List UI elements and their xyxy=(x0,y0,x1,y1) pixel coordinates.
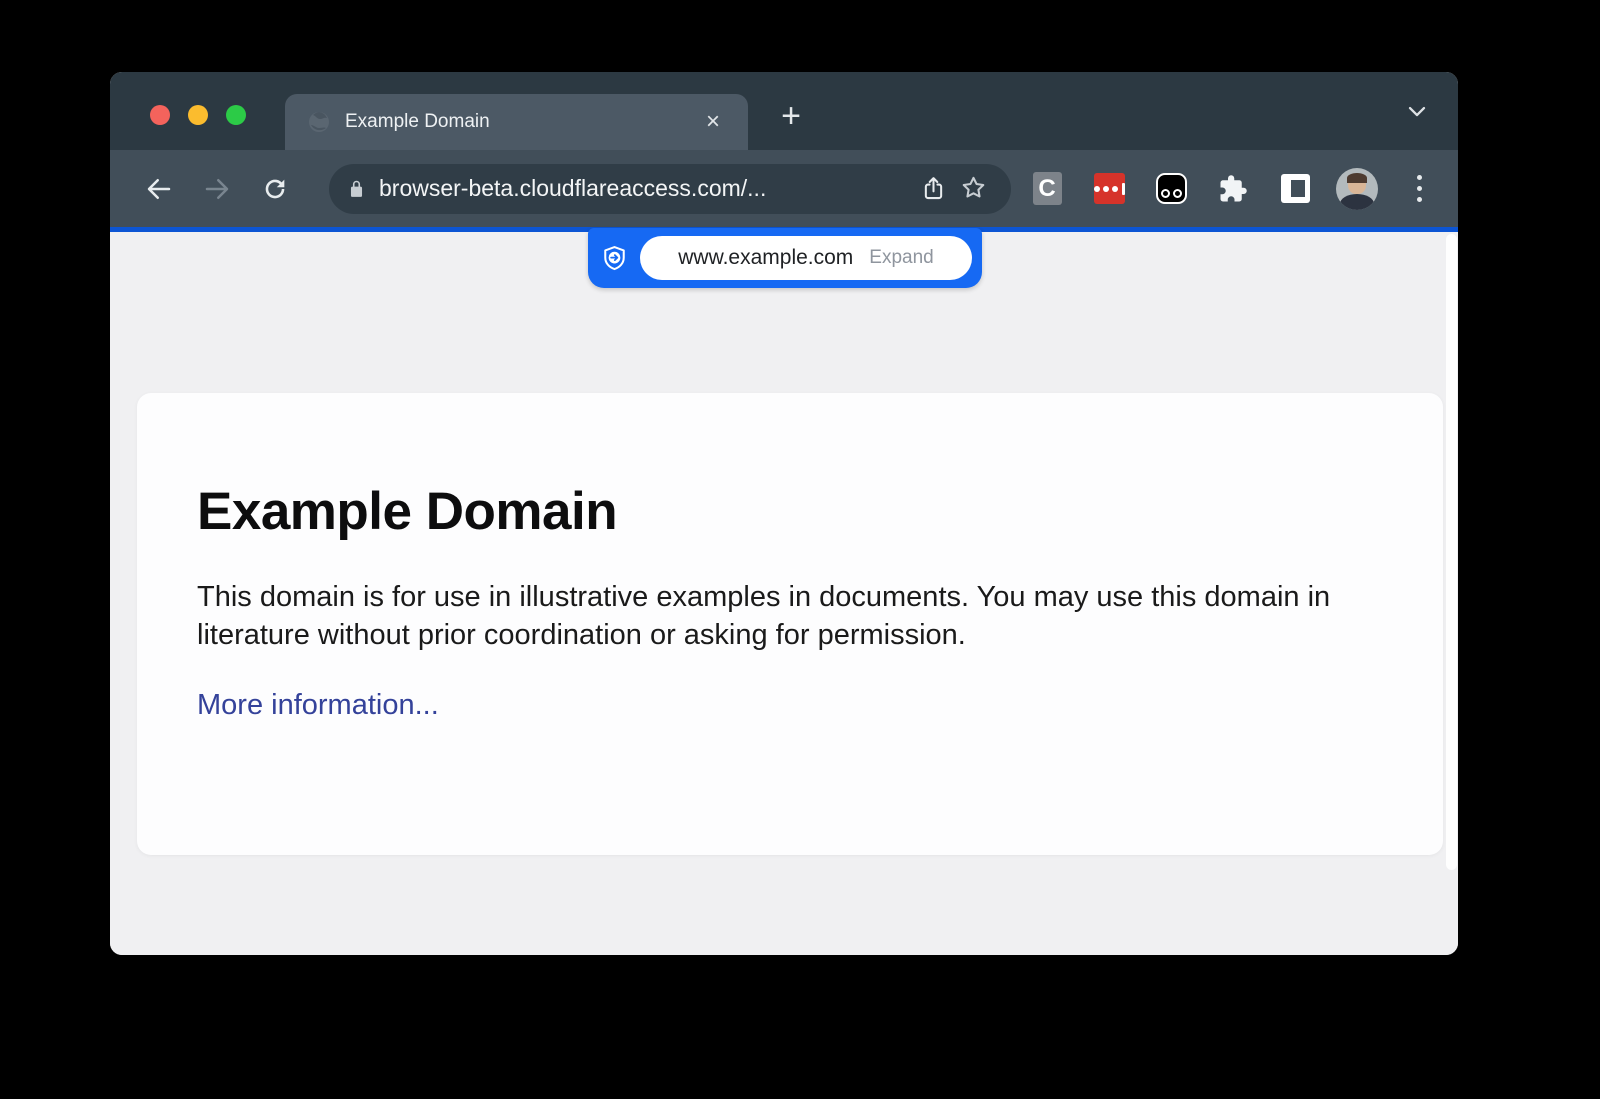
browser-toolbar: browser-beta.cloudflareaccess.com/... C xyxy=(110,150,1458,227)
more-information-link[interactable]: More information... xyxy=(197,689,439,722)
extensions-menu-button[interactable] xyxy=(1211,167,1255,211)
kebab-menu-icon xyxy=(1417,175,1422,202)
address-bar[interactable]: browser-beta.cloudflareaccess.com/... xyxy=(329,164,1011,214)
forward-arrow-icon xyxy=(202,174,232,204)
forward-button[interactable] xyxy=(188,164,246,214)
globe-favicon-icon xyxy=(307,110,331,134)
lock-icon xyxy=(347,178,366,200)
lastpass-icon xyxy=(1094,173,1125,204)
page-viewport: www.example.com Expand Example Domain Th… xyxy=(110,232,1458,955)
avatar xyxy=(1336,168,1378,210)
isolated-domain-pill[interactable]: www.example.com Expand xyxy=(640,236,972,280)
tab-example-domain[interactable]: Example Domain × xyxy=(285,94,748,150)
tab-strip: Example Domain × + xyxy=(110,72,1458,150)
minimize-window-button[interactable] xyxy=(188,105,208,125)
window-controls xyxy=(150,105,246,125)
reload-icon xyxy=(261,175,289,203)
tab-close-icon[interactable]: × xyxy=(700,108,726,136)
back-arrow-icon xyxy=(144,174,174,204)
url-text[interactable]: browser-beta.cloudflareaccess.com/... xyxy=(379,175,913,202)
extension-c-button[interactable]: C xyxy=(1025,167,1069,211)
shield-arrow-icon xyxy=(601,244,628,273)
page-paragraph: This domain is for use in illustrative e… xyxy=(197,578,1347,655)
back-button[interactable] xyxy=(130,164,188,214)
c-extension-icon: C xyxy=(1033,172,1062,205)
tab-title: Example Domain xyxy=(345,111,700,133)
puzzle-icon xyxy=(1218,174,1248,204)
browser-window: Example Domain × + bro xyxy=(110,72,1458,955)
page-title: Example Domain xyxy=(197,481,1383,542)
side-panel-icon xyxy=(1281,174,1310,203)
star-icon xyxy=(959,174,988,203)
bookmark-button[interactable] xyxy=(953,174,993,203)
extension-lastpass-button[interactable] xyxy=(1087,167,1131,211)
isolated-domain-text: www.example.com xyxy=(678,246,853,270)
share-icon xyxy=(920,175,947,202)
share-button[interactable] xyxy=(913,175,953,202)
profile-button[interactable] xyxy=(1335,167,1379,211)
extensions-row: C xyxy=(1025,167,1441,211)
reload-button[interactable] xyxy=(246,164,304,214)
side-panel-button[interactable] xyxy=(1273,167,1317,211)
content-card: Example Domain This domain is for use in… xyxy=(137,393,1443,855)
zoom-window-button[interactable] xyxy=(226,105,246,125)
two-circles-icon xyxy=(1156,173,1187,204)
browser-menu-button[interactable] xyxy=(1397,167,1441,211)
new-tab-button[interactable]: + xyxy=(770,96,812,138)
vertical-scrollbar[interactable] xyxy=(1446,234,1457,870)
chevron-down-icon[interactable] xyxy=(1403,97,1431,125)
close-window-button[interactable] xyxy=(150,105,170,125)
extension-two-circles-button[interactable] xyxy=(1149,167,1193,211)
expand-button[interactable]: Expand xyxy=(869,247,933,269)
isolation-badge[interactable]: www.example.com Expand xyxy=(588,228,982,288)
